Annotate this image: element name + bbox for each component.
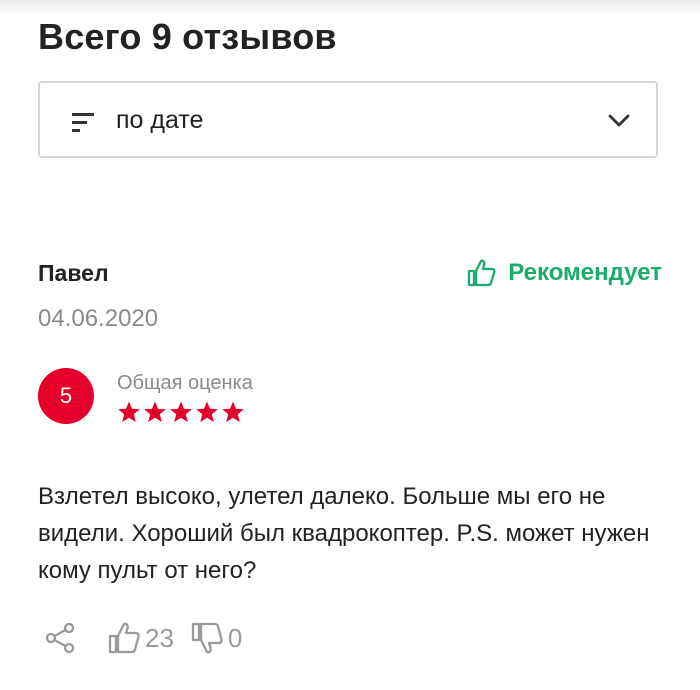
page-title: Всего 9 отзывов: [38, 16, 337, 57]
recommend-label: Рекомендует: [508, 259, 662, 286]
thumbs-up-icon: [108, 622, 140, 654]
dislike-button[interactable]: 0: [190, 621, 242, 655]
top-shadow: [0, 0, 700, 14]
share-icon: [45, 622, 75, 654]
star-icon: [118, 401, 140, 422]
star-icon: [196, 401, 218, 422]
sort-icon: [72, 113, 94, 132]
sort-select[interactable]: по дате: [38, 81, 658, 158]
sort-selected-value: по дате: [116, 106, 204, 134]
chevron-down-icon: [608, 114, 630, 127]
review-date: 04.06.2020: [38, 305, 159, 332]
review-text: Взлетел высоко, улетел далеко. Больше мы…: [38, 483, 650, 584]
star-icon: [170, 401, 192, 422]
like-button[interactable]: 23: [107, 621, 174, 655]
like-count: 23: [145, 622, 174, 653]
thumbs-down-icon: [191, 622, 223, 654]
star-icon: [222, 401, 244, 422]
score-badge: 5: [38, 368, 94, 424]
review-author: Павел: [38, 260, 109, 286]
recommend-badge: Рекомендует: [466, 258, 662, 288]
score-label: Общая оценка: [117, 372, 253, 394]
star-icon: [144, 401, 166, 422]
dislike-count: 0: [227, 622, 243, 653]
share-button[interactable]: [43, 621, 77, 655]
review-actions: 23 0: [38, 618, 242, 658]
star-rating: [117, 400, 245, 424]
thumbs-up-icon: [468, 259, 496, 287]
